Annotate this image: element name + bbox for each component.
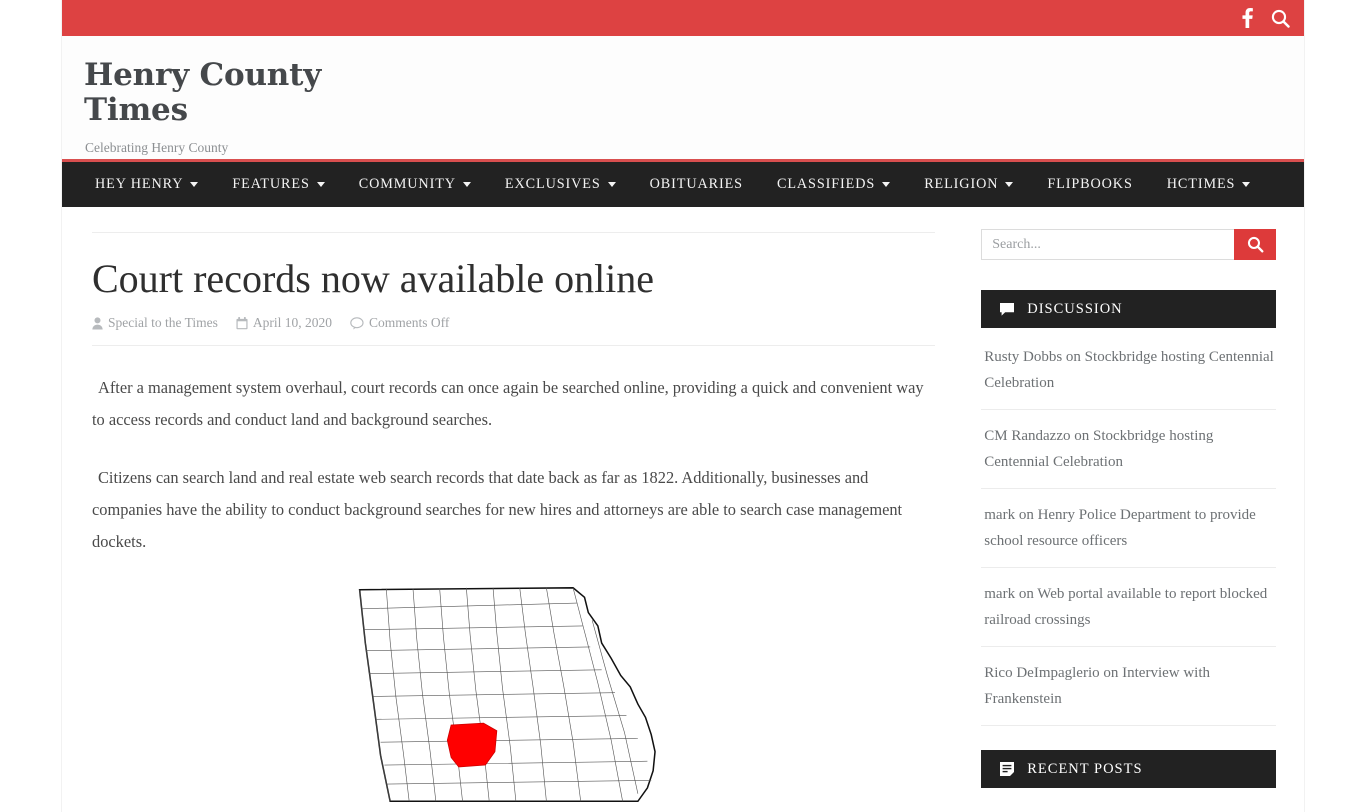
- meta-date: April 10, 2020: [236, 315, 332, 331]
- nav-item-hctimes[interactable]: HCTIMES: [1150, 162, 1268, 207]
- article-figure: [92, 584, 935, 808]
- facebook-icon[interactable]: [1242, 8, 1253, 28]
- masthead: Henry County Times Celebrating Henry Cou…: [62, 36, 1304, 162]
- user-icon: [92, 316, 103, 330]
- meta-date-label: April 10, 2020: [252, 315, 333, 330]
- nav-item-flipbooks[interactable]: FLIPBOOKS: [1030, 162, 1149, 207]
- comment-bubble-icon: [350, 316, 364, 330]
- nav-item-classifieds[interactable]: CLASSIFIEDS: [760, 162, 907, 207]
- chevron-down-icon: [462, 182, 471, 187]
- discussion-widget-title: DISCUSSION: [1027, 300, 1123, 317]
- nav-item-hey-henry[interactable]: HEY HENRY: [78, 162, 215, 207]
- article-paragraph: Citizens can search land and real estate…: [92, 468, 903, 551]
- nav-item-features[interactable]: FEATURES: [215, 162, 341, 207]
- chevron-down-icon: [1242, 182, 1251, 187]
- chevron-down-icon: [1005, 182, 1014, 187]
- list-item[interactable]: Rusty Dobbs on Stockbridge hosting Cente…: [981, 328, 1276, 410]
- list-item[interactable]: Rico DeImpaglerio on Interview with Fran…: [981, 647, 1276, 726]
- meta-comments-label: Comments Off: [369, 315, 450, 330]
- list-item[interactable]: CM Randazzo on Stockbridge hosting Cente…: [981, 410, 1276, 489]
- document-list-icon: [999, 761, 1015, 777]
- article-meta: Special to the Times April 10, 2020 Comm…: [92, 315, 936, 346]
- nav-item-label: CLASSIFIEDS: [776, 176, 876, 192]
- meta-author[interactable]: Special to the Times: [92, 315, 218, 331]
- page-title: Court records now available online: [92, 256, 655, 301]
- recent-posts-widget-title: RECENT POSTS: [1027, 760, 1143, 777]
- calendar-icon: [236, 316, 248, 330]
- nav-item-label: HEY HENRY: [95, 176, 184, 192]
- list-item[interactable]: mark on Web portal available to report b…: [981, 568, 1276, 647]
- nav-item-label: EXCLUSIVES: [504, 176, 601, 192]
- content-top-divider: [92, 232, 936, 233]
- discussion-widget-header: DISCUSSION: [981, 290, 1276, 328]
- nav-item-label: HCTIMES: [1166, 176, 1236, 192]
- search-icon: [1247, 236, 1263, 253]
- meta-author-label: Special to the Times: [108, 315, 218, 330]
- discussion-widget: DISCUSSION Rusty Dobbs on Stockbridge ho…: [981, 290, 1276, 726]
- content-wrapper: Court records now available online Speci…: [62, 207, 1304, 812]
- comment-icon: [999, 302, 1015, 317]
- article-body: After a management system overhaul, cour…: [92, 346, 935, 558]
- nav-item-label: OBITUARIES: [649, 176, 743, 192]
- nav-item-label: FEATURES: [232, 176, 310, 192]
- primary-navigation: HEY HENRY FEATURES COMMUNITY EXCLUSIVES OBIT…: [62, 162, 1304, 207]
- top-social-bar: [62, 0, 1304, 36]
- chevron-down-icon: [607, 182, 616, 187]
- recent-posts-widget-header: RECENT POSTS: [981, 750, 1276, 788]
- nav-item-religion[interactable]: RELIGION: [907, 162, 1030, 207]
- meta-comments: Comments Off: [350, 315, 449, 331]
- site-title[interactable]: Henry County Times: [84, 58, 344, 128]
- list-item[interactable]: mark on Henry Police Department to provi…: [981, 489, 1276, 568]
- article-paragraph: After a management system overhaul, cour…: [92, 378, 924, 429]
- chevron-down-icon: [316, 182, 325, 187]
- search-input[interactable]: [981, 229, 1234, 260]
- sidebar-search-form: [981, 229, 1276, 260]
- nav-item-label: RELIGION: [924, 176, 999, 192]
- main-content-column: Court records now available online Speci…: [90, 207, 936, 812]
- sidebar: DISCUSSION Rusty Dobbs on Stockbridge ho…: [981, 207, 1276, 812]
- search-submit-button[interactable]: [1234, 229, 1276, 260]
- chevron-down-icon: [190, 182, 199, 187]
- chevron-down-icon: [882, 182, 891, 187]
- nav-item-label: COMMUNITY: [358, 176, 456, 192]
- recent-comments-list: Rusty Dobbs on Stockbridge hosting Cente…: [981, 328, 1276, 726]
- nav-item-exclusives[interactable]: EXCLUSIVES: [488, 162, 633, 207]
- nav-item-obituaries[interactable]: OBITUARIES: [633, 162, 760, 207]
- nav-item-community[interactable]: COMMUNITY: [342, 162, 488, 207]
- recent-posts-widget: RECENT POSTS: [981, 750, 1276, 788]
- nav-item-label: FLIPBOOKS: [1047, 176, 1133, 192]
- site-tagline: Celebrating Henry County: [85, 140, 229, 155]
- georgia-county-map-image: [358, 587, 656, 803]
- site-container: Henry County Times Celebrating Henry Cou…: [62, 0, 1304, 812]
- search-icon[interactable]: [1271, 9, 1290, 28]
